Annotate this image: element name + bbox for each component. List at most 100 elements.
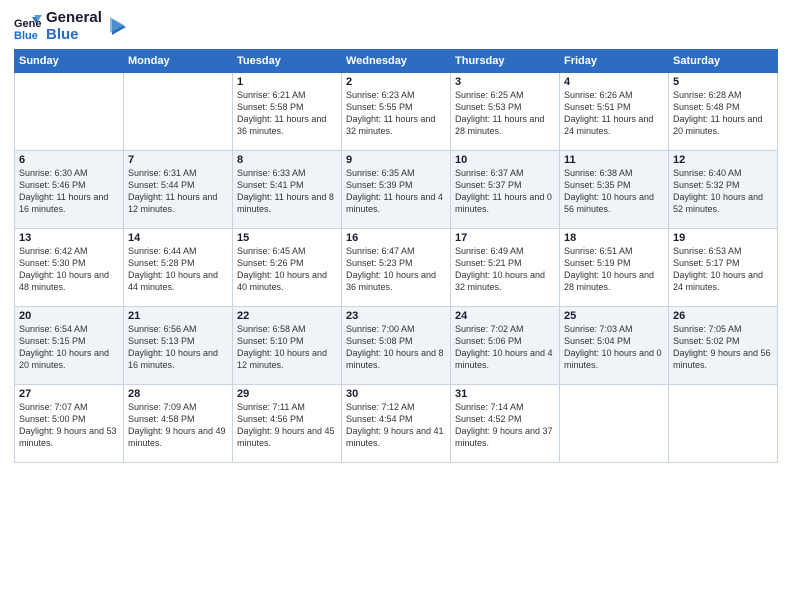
calendar-week-row: 27Sunrise: 7:07 AM Sunset: 5:00 PM Dayli… — [15, 385, 778, 463]
calendar-cell: 30Sunrise: 7:12 AM Sunset: 4:54 PM Dayli… — [342, 385, 451, 463]
day-number: 22 — [237, 310, 337, 322]
weekday-header-row: SundayMondayTuesdayWednesdayThursdayFrid… — [15, 50, 778, 73]
logo-general: General — [46, 10, 102, 27]
calendar-cell: 16Sunrise: 6:47 AM Sunset: 5:23 PM Dayli… — [342, 229, 451, 307]
day-number: 31 — [455, 388, 555, 400]
day-detail: Sunrise: 6:25 AM Sunset: 5:53 PM Dayligh… — [455, 89, 555, 138]
calendar-cell: 22Sunrise: 6:58 AM Sunset: 5:10 PM Dayli… — [233, 307, 342, 385]
day-detail: Sunrise: 7:14 AM Sunset: 4:52 PM Dayligh… — [455, 401, 555, 450]
day-number: 11 — [564, 154, 664, 166]
day-detail: Sunrise: 6:54 AM Sunset: 5:15 PM Dayligh… — [19, 323, 119, 372]
day-detail: Sunrise: 6:23 AM Sunset: 5:55 PM Dayligh… — [346, 89, 446, 138]
day-number: 14 — [128, 232, 228, 244]
calendar-table: SundayMondayTuesdayWednesdayThursdayFrid… — [14, 49, 778, 463]
day-number: 18 — [564, 232, 664, 244]
calendar-cell: 25Sunrise: 7:03 AM Sunset: 5:04 PM Dayli… — [560, 307, 669, 385]
day-number: 23 — [346, 310, 446, 322]
day-detail: Sunrise: 6:37 AM Sunset: 5:37 PM Dayligh… — [455, 167, 555, 216]
calendar-cell: 9Sunrise: 6:35 AM Sunset: 5:39 PM Daylig… — [342, 151, 451, 229]
logo-blue: Blue — [46, 27, 102, 44]
calendar-cell: 5Sunrise: 6:28 AM Sunset: 5:48 PM Daylig… — [669, 73, 778, 151]
day-number: 25 — [564, 310, 664, 322]
day-detail: Sunrise: 7:05 AM Sunset: 5:02 PM Dayligh… — [673, 323, 773, 372]
day-detail: Sunrise: 6:31 AM Sunset: 5:44 PM Dayligh… — [128, 167, 228, 216]
day-number: 2 — [346, 76, 446, 88]
weekday-header-thursday: Thursday — [451, 50, 560, 73]
calendar-cell: 18Sunrise: 6:51 AM Sunset: 5:19 PM Dayli… — [560, 229, 669, 307]
calendar-cell: 23Sunrise: 7:00 AM Sunset: 5:08 PM Dayli… — [342, 307, 451, 385]
day-number: 30 — [346, 388, 446, 400]
calendar-cell: 29Sunrise: 7:11 AM Sunset: 4:56 PM Dayli… — [233, 385, 342, 463]
calendar-cell — [669, 385, 778, 463]
calendar-week-row: 6Sunrise: 6:30 AM Sunset: 5:46 PM Daylig… — [15, 151, 778, 229]
day-detail: Sunrise: 6:58 AM Sunset: 5:10 PM Dayligh… — [237, 323, 337, 372]
weekday-header-wednesday: Wednesday — [342, 50, 451, 73]
calendar-cell: 7Sunrise: 6:31 AM Sunset: 5:44 PM Daylig… — [124, 151, 233, 229]
day-number: 27 — [19, 388, 119, 400]
day-detail: Sunrise: 7:07 AM Sunset: 5:00 PM Dayligh… — [19, 401, 119, 450]
day-number: 12 — [673, 154, 773, 166]
day-detail: Sunrise: 7:03 AM Sunset: 5:04 PM Dayligh… — [564, 323, 664, 372]
calendar-week-row: 13Sunrise: 6:42 AM Sunset: 5:30 PM Dayli… — [15, 229, 778, 307]
day-detail: Sunrise: 6:35 AM Sunset: 5:39 PM Dayligh… — [346, 167, 446, 216]
logo-text: General Blue — [46, 10, 102, 43]
day-detail: Sunrise: 7:11 AM Sunset: 4:56 PM Dayligh… — [237, 401, 337, 450]
day-detail: Sunrise: 7:02 AM Sunset: 5:06 PM Dayligh… — [455, 323, 555, 372]
day-detail: Sunrise: 6:51 AM Sunset: 5:19 PM Dayligh… — [564, 245, 664, 294]
calendar-cell: 12Sunrise: 6:40 AM Sunset: 5:32 PM Dayli… — [669, 151, 778, 229]
day-number: 16 — [346, 232, 446, 244]
calendar-cell: 6Sunrise: 6:30 AM Sunset: 5:46 PM Daylig… — [15, 151, 124, 229]
calendar-cell: 21Sunrise: 6:56 AM Sunset: 5:13 PM Dayli… — [124, 307, 233, 385]
day-number: 28 — [128, 388, 228, 400]
day-number: 15 — [237, 232, 337, 244]
day-detail: Sunrise: 6:53 AM Sunset: 5:17 PM Dayligh… — [673, 245, 773, 294]
calendar-cell: 17Sunrise: 6:49 AM Sunset: 5:21 PM Dayli… — [451, 229, 560, 307]
day-detail: Sunrise: 7:09 AM Sunset: 4:58 PM Dayligh… — [128, 401, 228, 450]
logo-arrow-icon — [106, 16, 128, 38]
day-detail: Sunrise: 6:49 AM Sunset: 5:21 PM Dayligh… — [455, 245, 555, 294]
weekday-header-tuesday: Tuesday — [233, 50, 342, 73]
calendar-week-row: 1Sunrise: 6:21 AM Sunset: 5:58 PM Daylig… — [15, 73, 778, 151]
day-number: 24 — [455, 310, 555, 322]
day-number: 13 — [19, 232, 119, 244]
weekday-header-sunday: Sunday — [15, 50, 124, 73]
weekday-header-friday: Friday — [560, 50, 669, 73]
day-detail: Sunrise: 6:28 AM Sunset: 5:48 PM Dayligh… — [673, 89, 773, 138]
calendar-cell: 26Sunrise: 7:05 AM Sunset: 5:02 PM Dayli… — [669, 307, 778, 385]
day-detail: Sunrise: 6:44 AM Sunset: 5:28 PM Dayligh… — [128, 245, 228, 294]
day-detail: Sunrise: 6:33 AM Sunset: 5:41 PM Dayligh… — [237, 167, 337, 216]
day-detail: Sunrise: 6:47 AM Sunset: 5:23 PM Dayligh… — [346, 245, 446, 294]
calendar-cell: 1Sunrise: 6:21 AM Sunset: 5:58 PM Daylig… — [233, 73, 342, 151]
day-detail: Sunrise: 6:56 AM Sunset: 5:13 PM Dayligh… — [128, 323, 228, 372]
day-number: 1 — [237, 76, 337, 88]
calendar-cell: 20Sunrise: 6:54 AM Sunset: 5:15 PM Dayli… — [15, 307, 124, 385]
day-number: 8 — [237, 154, 337, 166]
day-number: 29 — [237, 388, 337, 400]
day-detail: Sunrise: 6:42 AM Sunset: 5:30 PM Dayligh… — [19, 245, 119, 294]
day-detail: Sunrise: 6:30 AM Sunset: 5:46 PM Dayligh… — [19, 167, 119, 216]
day-detail: Sunrise: 6:26 AM Sunset: 5:51 PM Dayligh… — [564, 89, 664, 138]
day-detail: Sunrise: 6:40 AM Sunset: 5:32 PM Dayligh… — [673, 167, 773, 216]
day-number: 7 — [128, 154, 228, 166]
calendar-cell: 2Sunrise: 6:23 AM Sunset: 5:55 PM Daylig… — [342, 73, 451, 151]
calendar-cell: 19Sunrise: 6:53 AM Sunset: 5:17 PM Dayli… — [669, 229, 778, 307]
day-number: 21 — [128, 310, 228, 322]
day-detail: Sunrise: 6:38 AM Sunset: 5:35 PM Dayligh… — [564, 167, 664, 216]
day-detail: Sunrise: 7:00 AM Sunset: 5:08 PM Dayligh… — [346, 323, 446, 372]
calendar-week-row: 20Sunrise: 6:54 AM Sunset: 5:15 PM Dayli… — [15, 307, 778, 385]
day-detail: Sunrise: 6:21 AM Sunset: 5:58 PM Dayligh… — [237, 89, 337, 138]
calendar-cell — [15, 73, 124, 151]
day-number: 20 — [19, 310, 119, 322]
svg-text:Blue: Blue — [14, 30, 38, 41]
calendar-cell: 27Sunrise: 7:07 AM Sunset: 5:00 PM Dayli… — [15, 385, 124, 463]
logo: General Blue General Blue — [14, 10, 128, 43]
day-number: 5 — [673, 76, 773, 88]
calendar-cell: 24Sunrise: 7:02 AM Sunset: 5:06 PM Dayli… — [451, 307, 560, 385]
day-number: 19 — [673, 232, 773, 244]
calendar-page: General Blue General Blue SundayMondayTu… — [0, 0, 792, 612]
weekday-header-monday: Monday — [124, 50, 233, 73]
day-number: 10 — [455, 154, 555, 166]
calendar-cell: 15Sunrise: 6:45 AM Sunset: 5:26 PM Dayli… — [233, 229, 342, 307]
logo-icon: General Blue — [14, 13, 42, 41]
calendar-cell: 13Sunrise: 6:42 AM Sunset: 5:30 PM Dayli… — [15, 229, 124, 307]
